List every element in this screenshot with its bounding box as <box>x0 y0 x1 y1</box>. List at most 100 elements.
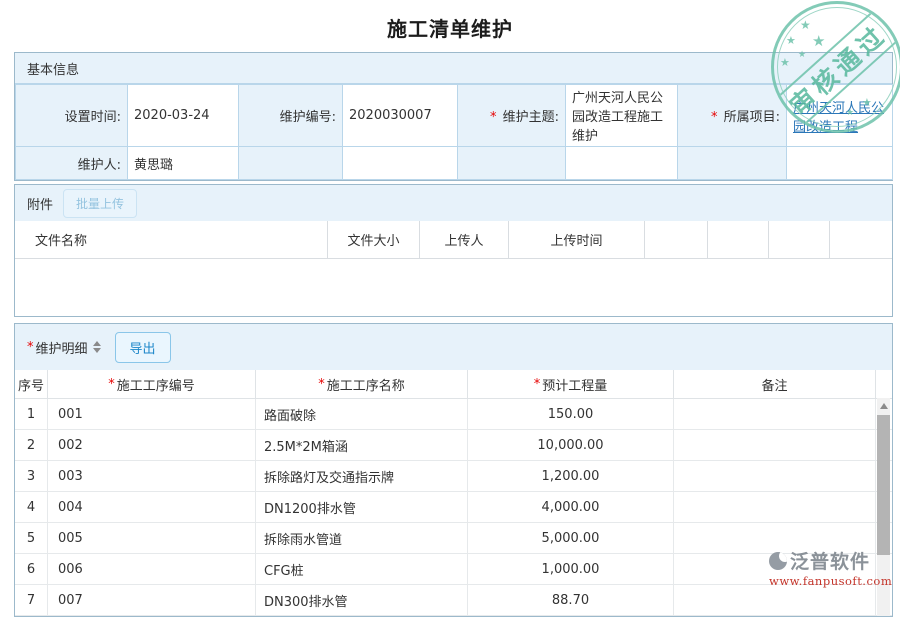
col-empty <box>708 221 769 258</box>
required-marker: * <box>711 110 718 125</box>
cell-process-name: 拆除雨水管道 <box>256 523 468 553</box>
required-marker: * <box>108 377 115 392</box>
batch-upload-button[interactable]: 批量上传 <box>63 189 137 218</box>
col-uploader: 上传人 <box>420 221 509 258</box>
cell-process-name: 拆除路灯及交通指示牌 <box>256 461 468 491</box>
empty-label-cell <box>458 147 566 180</box>
col-empty <box>830 221 892 258</box>
details-table-header: 序号 * 施工工序编号 * 施工工序名称 * 预计工程量 备注 <box>15 370 892 399</box>
fanpu-logo-icon <box>769 552 787 570</box>
col-file-name: 文件名称 <box>15 221 328 258</box>
attachments-header: 附件 批量上传 <box>15 185 892 221</box>
col-upload-time: 上传时间 <box>509 221 645 258</box>
cell-process-name: DN1200排水管 <box>256 492 468 522</box>
required-marker: * <box>318 377 325 392</box>
cell-estimated-qty: 1,200.00 <box>468 461 674 491</box>
empty-label-cell <box>239 147 343 180</box>
col-file-size: 文件大小 <box>328 221 420 258</box>
attachments-section: 附件 批量上传 文件名称 文件大小 上传人 上传时间 <box>14 184 893 317</box>
empty-label-cell <box>678 147 787 180</box>
col-empty <box>769 221 830 258</box>
basic-info-grid: 设置时间: 2020-03-24 维护编号: 2020030007 * 维护主题… <box>15 84 893 180</box>
cell-estimated-qty: 4,000.00 <box>468 492 674 522</box>
basic-info-title: 基本信息 <box>27 59 79 78</box>
cell-estimated-qty: 1,000.00 <box>468 554 674 584</box>
empty-value-cell <box>787 147 893 180</box>
cell-process-code: 003 <box>48 461 256 491</box>
field-value-maint-no: 2020030007 <box>343 85 458 147</box>
attachments-table-header: 文件名称 文件大小 上传人 上传时间 <box>15 221 892 259</box>
cell-process-code: 002 <box>48 430 256 460</box>
basic-info-header: 基本信息 <box>15 53 892 84</box>
cell-process-name: 2.5M*2M箱涵 <box>256 430 468 460</box>
empty-value-cell <box>566 147 678 180</box>
cell-estimated-qty: 5,000.00 <box>468 523 674 553</box>
sort-icon[interactable] <box>93 341 101 353</box>
cell-process-code: 004 <box>48 492 256 522</box>
table-row[interactable]: 20022.5M*2M箱涵10,000.00 <box>15 430 892 461</box>
col-remarks: 备注 <box>674 370 876 398</box>
field-label-maint-subject: * 维护主题: <box>458 85 566 147</box>
watermark-url: www.fanpusoft.com <box>769 574 899 588</box>
field-value-set-time: 2020-03-24 <box>128 85 239 147</box>
col-process-name: * 施工工序名称 <box>256 370 468 398</box>
cell-process-code: 005 <box>48 523 256 553</box>
cell-estimated-qty: 150.00 <box>468 399 674 429</box>
required-marker: * <box>534 377 541 392</box>
col-estimated-qty: * 预计工程量 <box>468 370 674 398</box>
table-row[interactable]: 5005拆除雨水管道5,000.00 <box>15 523 892 554</box>
table-row[interactable]: 3003拆除路灯及交通指示牌1,200.00 <box>15 461 892 492</box>
cell-remarks <box>674 585 876 615</box>
cell-seq-no: 1 <box>15 399 48 429</box>
table-row[interactable]: 6006CFG桩1,000.00 <box>15 554 892 585</box>
col-process-code: * 施工工序编号 <box>48 370 256 398</box>
required-marker: * <box>27 340 34 355</box>
project-link[interactable]: 广州天河人民公园改造工程 <box>793 101 884 135</box>
field-value-project: 广州天河人民公园改造工程 <box>787 85 893 147</box>
field-value-maint-subject: 广州天河人民公园改造工程施工维护 <box>566 85 678 147</box>
watermark-brand: 泛普软件 <box>790 547 870 574</box>
cell-process-code: 001 <box>48 399 256 429</box>
col-spacer <box>876 370 892 398</box>
field-label-maintainer: 维护人: <box>16 147 128 180</box>
details-table-body: 1001路面破除150.0020022.5M*2M箱涵10,000.003003… <box>15 399 892 616</box>
scroll-up-icon[interactable] <box>877 398 890 413</box>
cell-remarks <box>674 461 876 491</box>
table-row[interactable]: 4004DN1200排水管4,000.00 <box>15 492 892 523</box>
cell-process-name: CFG桩 <box>256 554 468 584</box>
cell-seq-no: 3 <box>15 461 48 491</box>
cell-seq-no: 4 <box>15 492 48 522</box>
cell-remarks <box>674 399 876 429</box>
cell-seq-no: 5 <box>15 523 48 553</box>
required-marker: * <box>490 110 497 125</box>
cell-process-name: DN300排水管 <box>256 585 468 615</box>
details-section: * 维护明细 导出 序号 * 施工工序编号 * 施工工序名称 * 预计工程量 备… <box>14 323 893 617</box>
field-label-maint-no: 维护编号: <box>239 85 343 147</box>
cell-seq-no: 2 <box>15 430 48 460</box>
details-title: 维护明细 <box>36 338 88 357</box>
cell-remarks <box>674 492 876 522</box>
export-button[interactable]: 导出 <box>115 332 171 363</box>
col-empty <box>645 221 708 258</box>
cell-estimated-qty: 10,000.00 <box>468 430 674 460</box>
field-label-set-time: 设置时间: <box>16 85 128 147</box>
cell-process-name: 路面破除 <box>256 399 468 429</box>
cell-seq-no: 6 <box>15 554 48 584</box>
field-label-project: * 所属项目: <box>678 85 787 147</box>
cell-estimated-qty: 88.70 <box>468 585 674 615</box>
table-row[interactable]: 1001路面破除150.00 <box>15 399 892 430</box>
basic-info-section: 基本信息 设置时间: 2020-03-24 维护编号: 2020030007 *… <box>14 52 893 181</box>
field-value-maintainer: 黄思璐 <box>128 147 239 180</box>
col-seq-no: 序号 <box>15 370 48 398</box>
cell-remarks <box>674 430 876 460</box>
attachments-table-body <box>15 259 892 316</box>
cell-seq-no: 7 <box>15 585 48 615</box>
details-header: * 维护明细 导出 <box>15 324 892 370</box>
cell-process-code: 007 <box>48 585 256 615</box>
table-row[interactable]: 7007DN300排水管88.70 <box>15 585 892 616</box>
attachments-title: 附件 <box>27 194 53 213</box>
empty-value-cell <box>343 147 458 180</box>
scrollbar-thumb[interactable] <box>877 415 890 555</box>
vendor-watermark: 泛普软件 www.fanpusoft.com <box>769 547 899 588</box>
page-title: 施工清单维护 <box>0 0 900 42</box>
